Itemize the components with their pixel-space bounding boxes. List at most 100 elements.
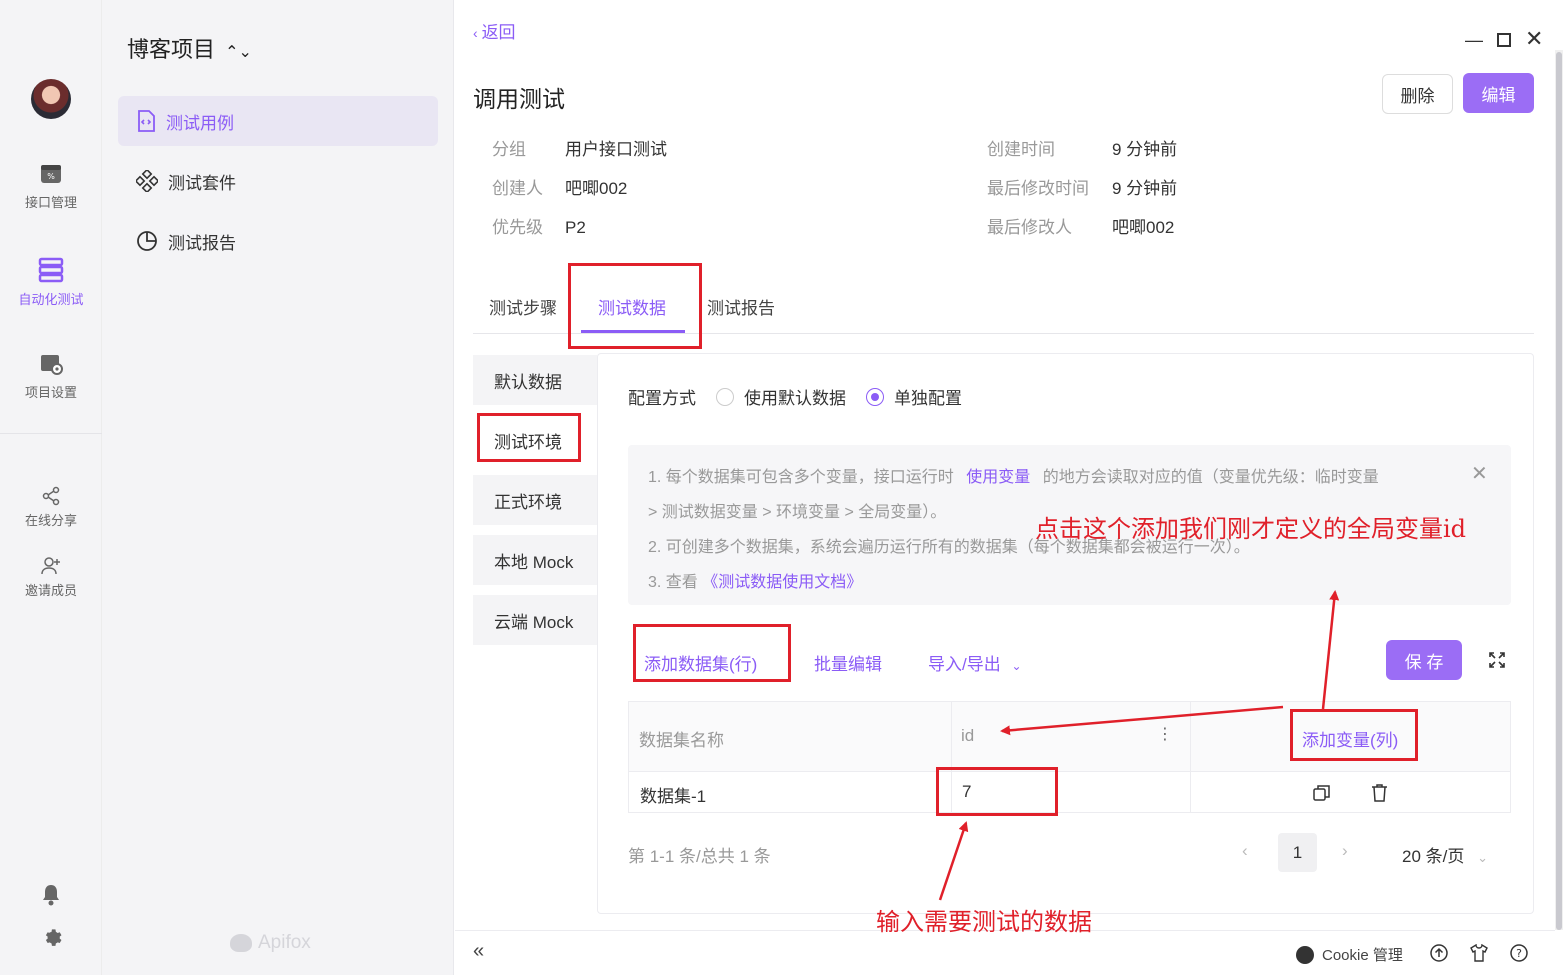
radio-default-data[interactable] (716, 387, 734, 406)
upload-icon[interactable] (1430, 944, 1448, 962)
pagination-summary: 第 1-1 条/总共 1 条 (628, 847, 771, 866)
radio-single-label: 单独配置 (894, 389, 962, 408)
import-export-dropdown[interactable]: 导入/导出 ⌄ (928, 650, 1022, 675)
annotation-box-id-cell (936, 767, 1058, 816)
meta-modified: 最后修改时间 9 分钟前 (987, 174, 1177, 199)
gear-icon[interactable] (41, 925, 62, 946)
window-controls: — ✕ (1465, 28, 1543, 51)
meta-value: 吧唧002 (1112, 218, 1175, 237)
rail-item-api[interactable]: % 接口管理 (0, 162, 102, 211)
project-switcher[interactable]: 博客项目 ⌃⌄ (127, 32, 252, 64)
tip-line-1: 1. 每个数据集可包含多个变量，接口运行时 使用变量 的地方会读取对应的值（变量… (648, 463, 1379, 487)
radio-default-label: 使用默认数据 (744, 389, 846, 408)
annotation-note-top: 点击这个添加我们刚才定义的全局变量id (1035, 515, 1467, 543)
dataset-name-cell[interactable]: 数据集-1 (640, 782, 706, 807)
meta-creator: 创建人 吧唧002 (492, 174, 627, 199)
nav-item-test-suites[interactable]: 测试套件 (118, 156, 438, 206)
close-tips-icon[interactable]: ✕ (1471, 461, 1488, 486)
invite-icon (41, 557, 60, 575)
rail-label: 项目设置 (24, 385, 77, 400)
env-item-production[interactable]: 正式环境 (473, 475, 597, 525)
config-method: 配置方式 使用默认数据 单独配置 (628, 384, 962, 409)
nav-item-test-cases[interactable]: 测试用例 (118, 96, 438, 146)
column-menu-icon[interactable]: ⋮ (1157, 724, 1173, 744)
page-size-label: 20 条/页 (1402, 847, 1465, 866)
apifox-logo-icon (230, 934, 252, 952)
rail-label: 接口管理 (24, 195, 77, 210)
chevron-down-icon: ⌄ (1011, 659, 1022, 673)
delete-button[interactable]: 删除 (1382, 74, 1453, 114)
close-icon[interactable]: ✕ (1525, 28, 1543, 51)
prev-page-icon[interactable]: ‹ (1242, 841, 1248, 861)
back-label: 返回 (481, 23, 516, 42)
next-page-icon[interactable]: › (1342, 841, 1348, 861)
tip-line-2: > 测试数据变量 > 环境变量 > 全局变量）。 (648, 504, 947, 521)
batch-edit-button[interactable]: 批量编辑 (814, 650, 882, 675)
meta-key: 创建时间 (987, 140, 1055, 159)
shirt-icon[interactable] (1470, 944, 1488, 962)
rail-label: 邀请成员 (24, 583, 77, 598)
maximize-icon[interactable] (1497, 33, 1511, 47)
tip-text: 3. 查看 (648, 574, 698, 591)
share-icon (42, 486, 60, 506)
minimize-icon[interactable]: — (1465, 30, 1483, 51)
sub-navigation (102, 0, 454, 975)
rail-divider (0, 433, 102, 434)
save-button[interactable]: 保 存 (1386, 640, 1462, 680)
use-variable-link[interactable]: 使用变量 (966, 469, 1030, 486)
collapse-sidebar-icon[interactable]: « (473, 940, 484, 963)
annotation-box-add-column (1290, 709, 1418, 761)
meta-value: 9 分钟前 (1112, 140, 1178, 159)
meta-key: 最后修改时间 (987, 179, 1089, 198)
settings-project-icon (41, 355, 63, 375)
cookie-manager-button[interactable]: Cookie 管理 (1296, 944, 1403, 965)
trash-icon[interactable] (1371, 783, 1388, 802)
rail-item-project-settings[interactable]: 项目设置 (0, 352, 102, 401)
env-item-default[interactable]: 默认数据 (473, 355, 597, 405)
annotation-box-test-data-tab (568, 263, 702, 349)
chevron-updown-icon: ⌃⌄ (225, 44, 252, 61)
tab-test-report[interactable]: 测试报告 (707, 294, 775, 319)
radio-single-config[interactable] (866, 387, 884, 406)
column-header-name: 数据集名称 (639, 731, 724, 750)
scrollbar[interactable] (1555, 50, 1563, 930)
tip-line-4: 3. 查看 《测试数据使用文档》 (648, 568, 862, 592)
meta-key: 创建人 (492, 179, 543, 198)
column-header-id: id (961, 726, 975, 745)
rail-item-invite[interactable]: 邀请成员 (0, 556, 102, 599)
config-label: 配置方式 (628, 389, 696, 408)
help-icon[interactable]: ? (1510, 944, 1528, 962)
nav-item-test-reports[interactable]: 测试报告 (118, 216, 438, 266)
cookie-label: Cookie 管理 (1322, 947, 1403, 964)
back-link[interactable]: ‹ 返回 (473, 18, 516, 43)
meta-value: 用户接口测试 (565, 140, 667, 159)
edit-button[interactable]: 编辑 (1463, 73, 1534, 113)
rail-item-share[interactable]: 在线分享 (0, 486, 102, 529)
nav-item-label: 测试套件 (168, 173, 236, 193)
meta-priority: 优先级 P2 (492, 213, 586, 238)
api-icon: % (41, 165, 61, 183)
page-size-select[interactable]: 20 条/页 ⌄ (1402, 842, 1488, 867)
env-item-local-mock[interactable]: 本地 Mock (473, 535, 597, 585)
page-number-button[interactable]: 1 (1278, 833, 1317, 872)
chevron-down-icon: ⌄ (1477, 850, 1488, 865)
rail-label: 在线分享 (24, 513, 77, 528)
project-title: 博客项目 (127, 37, 216, 62)
brand-logo: Apifox (230, 932, 311, 954)
env-item-cloud-mock[interactable]: 云端 Mock (473, 595, 597, 645)
rail-label: 自动化测试 (18, 292, 84, 307)
bell-icon[interactable] (41, 884, 61, 906)
diamond-grid-icon (136, 170, 158, 192)
cookie-icon (1296, 945, 1314, 964)
import-export-label: 导入/导出 (928, 655, 1001, 674)
fullscreen-icon[interactable] (1488, 651, 1506, 669)
copy-icon[interactable] (1313, 784, 1331, 802)
meta-modifier: 最后修改人 吧唧002 (987, 213, 1174, 238)
meta-value: 9 分钟前 (1112, 179, 1178, 198)
meta-key: 分组 (492, 140, 526, 159)
avatar[interactable] (31, 79, 71, 119)
docs-link[interactable]: 《测试数据使用文档》 (702, 574, 862, 591)
tab-test-steps[interactable]: 测试步骤 (489, 294, 557, 319)
meta-value: P2 (565, 218, 586, 237)
rail-item-automation[interactable]: 自动化测试 (0, 257, 102, 308)
